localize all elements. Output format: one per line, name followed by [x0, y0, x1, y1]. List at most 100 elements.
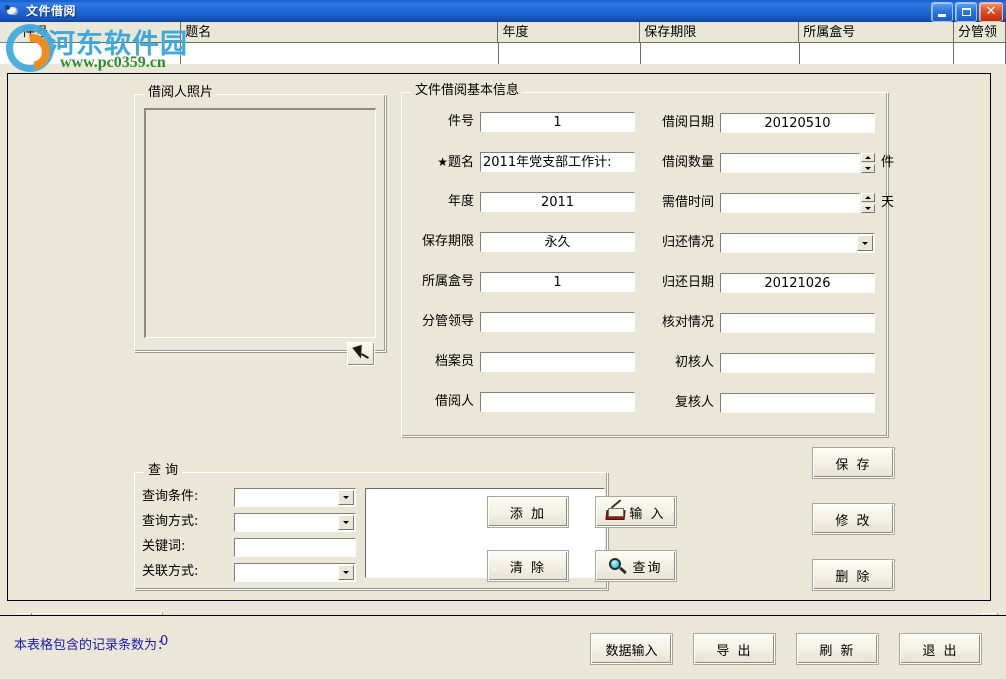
grid-cell[interactable]: [800, 43, 955, 64]
bottom-action-button[interactable]: 退 出: [900, 634, 981, 664]
close-icon: ✕: [986, 6, 997, 18]
combo-box[interactable]: [720, 233, 875, 253]
records-grid[interactable]: 件号题名年度保存期限所属盒号分管领: [0, 22, 1006, 65]
field-unit-label: 天: [881, 195, 894, 211]
spinner-input[interactable]: [720, 153, 860, 173]
borrower-photo-box[interactable]: [144, 108, 376, 338]
grid-column-header[interactable]: 分管领: [954, 22, 1006, 43]
query-combo-box[interactable]: [234, 563, 356, 582]
field-label-text: 件号: [448, 114, 474, 129]
text-input[interactable]: 1: [480, 112, 635, 132]
query-action-button[interactable]: 添 加: [488, 497, 568, 527]
chevron-down-icon[interactable]: [338, 565, 354, 580]
maximize-button[interactable]: [955, 2, 977, 22]
chevron-down-icon: [865, 207, 871, 210]
grid-column-header[interactable]: 所属盒号: [799, 22, 954, 43]
close-button[interactable]: ✕: [979, 2, 1003, 22]
query-combo-box[interactable]: [234, 513, 356, 532]
button-label: 刷 新: [819, 640, 855, 659]
magnifier-icon: [609, 558, 627, 575]
grid-cell[interactable]: [499, 43, 641, 64]
query-action-button[interactable]: 输 入: [596, 497, 676, 527]
grid-cell[interactable]: [181, 43, 499, 64]
field-label-text: 档案员: [435, 354, 474, 369]
field-label: 初核人: [628, 355, 714, 371]
record-action-button[interactable]: 保 存: [813, 448, 894, 478]
grid-column-header[interactable]: 题名: [181, 22, 498, 43]
field-label-text: 年度: [448, 194, 474, 209]
field-label: 借阅数量: [628, 155, 714, 171]
query-field-label: 关联方式:: [142, 564, 198, 580]
record-count-value: 0: [160, 634, 168, 649]
spinner-up-button[interactable]: [861, 153, 875, 162]
text-input[interactable]: 1: [480, 272, 635, 292]
record-action-button[interactable]: 修 改: [813, 504, 894, 534]
text-input[interactable]: 20120510: [720, 113, 875, 133]
required-star-icon: ★: [437, 155, 448, 169]
minimize-icon: [938, 14, 946, 17]
text-input[interactable]: [480, 312, 635, 332]
field-unit-label: 件: [881, 155, 894, 171]
query-action-button[interactable]: 清 除: [488, 551, 568, 581]
bottom-action-button[interactable]: 刷 新: [797, 634, 878, 664]
text-input[interactable]: [480, 392, 635, 412]
spinner-input[interactable]: [720, 193, 860, 213]
client-area: 借阅人照片 文件借阅基本信息 件号1★题名2011年党支部工作计:年度2011保…: [0, 64, 1006, 615]
field-label: 分管领导: [8, 314, 474, 330]
grid-column-header[interactable]: 年度: [498, 22, 640, 43]
field-label: ★题名: [8, 154, 474, 171]
status-bar: 本表格包含的记录条数为： 0 数据输入 导 出 刷 新 退 出: [0, 615, 1006, 679]
minimize-button[interactable]: [931, 2, 953, 22]
field-label: 复核人: [628, 395, 714, 411]
spinner-up-button[interactable]: [861, 193, 875, 202]
maximize-icon: [962, 8, 971, 16]
grid-cell[interactable]: [641, 43, 800, 64]
chevron-down-icon[interactable]: [338, 515, 354, 530]
button-label: 保 存: [835, 454, 871, 473]
query-field-label: 查询方式:: [142, 514, 198, 530]
query-action-button[interactable]: 查询: [596, 551, 676, 581]
book-pen-icon: [606, 504, 624, 520]
button-label: 输 入: [629, 503, 665, 522]
spinner-control[interactable]: [860, 193, 875, 213]
query-text-input[interactable]: [234, 538, 356, 557]
query-combo-box[interactable]: [234, 488, 356, 507]
borrower-photo-legend: 借阅人照片: [144, 86, 217, 100]
text-input[interactable]: 2011: [480, 192, 635, 212]
text-input[interactable]: 永久: [480, 232, 635, 252]
spinner-down-button[interactable]: [861, 204, 875, 213]
field-label: 归还日期: [628, 275, 714, 291]
chevron-down-icon[interactable]: [857, 235, 873, 251]
spinner-down-button[interactable]: [861, 164, 875, 173]
button-label: 查询: [632, 557, 662, 576]
record-action-button[interactable]: 删 除: [813, 560, 894, 590]
grid-corner-cell: [0, 22, 19, 64]
grid-data-row[interactable]: [18, 43, 1006, 64]
button-label: 修 改: [835, 510, 871, 529]
bottom-action-button[interactable]: 导 出: [694, 634, 775, 664]
text-input[interactable]: [720, 353, 875, 373]
field-label-text: 题名: [448, 155, 474, 170]
query-result-listbox[interactable]: [365, 488, 605, 578]
text-input[interactable]: [480, 352, 635, 372]
chevron-down-icon[interactable]: [338, 490, 354, 505]
grid-cell[interactable]: [954, 43, 1006, 64]
form-frame: 借阅人照片 文件借阅基本信息 件号1★题名2011年党支部工作计:年度2011保…: [7, 73, 991, 601]
text-input[interactable]: 20121026: [720, 273, 875, 293]
button-label: 数据输入: [605, 640, 657, 659]
bottom-action-button[interactable]: 数据输入: [591, 634, 672, 664]
app-icon: [5, 4, 21, 18]
grid-column-header[interactable]: 件号: [18, 22, 181, 43]
field-label: 档案员: [8, 354, 474, 370]
grid-column-header[interactable]: 保存期限: [640, 22, 799, 43]
grid-cell[interactable]: [18, 43, 181, 64]
text-input[interactable]: [720, 313, 875, 333]
spinner-control[interactable]: [860, 153, 875, 173]
window-controls: ✕: [931, 2, 1003, 22]
record-count-label: 本表格包含的记录条数为：: [14, 634, 170, 653]
window-title: 文件借阅: [26, 0, 76, 22]
text-input[interactable]: 2011年党支部工作计:: [480, 152, 635, 172]
text-input[interactable]: [720, 393, 875, 413]
field-label: 件号: [8, 114, 474, 130]
button-label: 导 出: [716, 640, 752, 659]
